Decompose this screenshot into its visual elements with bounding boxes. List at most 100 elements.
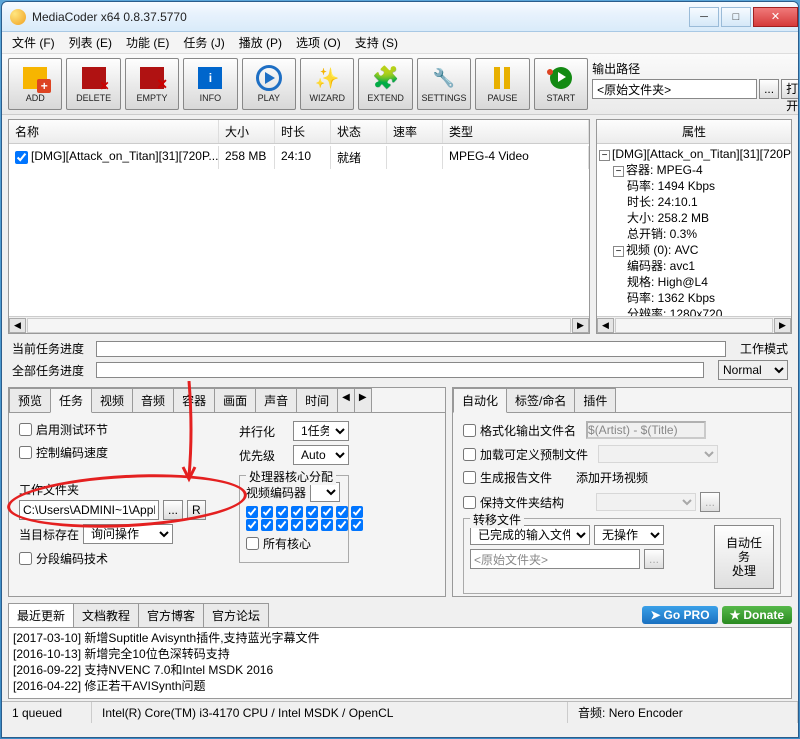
scroll-right-icon[interactable]: ▶ <box>572 318 589 333</box>
load-preset-check[interactable] <box>463 448 476 461</box>
close-button[interactable]: ✕ <box>753 7 798 27</box>
speed-control-check[interactable] <box>19 446 32 459</box>
btab-forum[interactable]: 官方论坛 <box>203 603 269 627</box>
news-item[interactable]: [2016-04-22] 修正若干AVISynth问题 <box>13 678 787 694</box>
core-check[interactable] <box>321 506 333 518</box>
play-button[interactable]: PLAY <box>242 58 296 110</box>
settings-button[interactable]: 🔧SETTINGS <box>417 58 471 110</box>
col-duration[interactable]: 时长 <box>275 120 331 143</box>
tab-tag[interactable]: 标签/命名 <box>506 388 575 412</box>
tab-container[interactable]: 容器 <box>173 388 215 412</box>
menu-file[interactable]: 文件 (F) <box>6 32 61 53</box>
test-mode-check[interactable] <box>19 423 32 436</box>
core-check[interactable] <box>246 506 258 518</box>
tab-task[interactable]: 任务 <box>50 388 92 413</box>
core-check[interactable] <box>336 519 348 531</box>
keep-struct-check[interactable] <box>463 496 476 509</box>
parallel-select[interactable]: 1任务 <box>293 421 349 441</box>
wizard-button[interactable]: ✨WIZARD <box>300 58 354 110</box>
news-item[interactable]: [2016-10-13] 新增完全10位色深转码支持 <box>13 646 787 662</box>
output-path-input[interactable] <box>592 79 757 99</box>
tree-toggle-icon[interactable]: − <box>613 166 624 177</box>
segment-encode-check[interactable] <box>19 552 32 565</box>
menu-func[interactable]: 功能 (E) <box>120 32 175 53</box>
core-check[interactable] <box>276 519 288 531</box>
gen-report-check[interactable] <box>463 471 476 484</box>
tree-toggle-icon[interactable]: − <box>599 150 610 161</box>
tab-nav-right[interactable]: ▶ <box>354 388 372 412</box>
core-check[interactable] <box>261 519 273 531</box>
all-cores-check[interactable] <box>246 537 259 550</box>
tab-video[interactable]: 视频 <box>91 388 133 412</box>
file-row-check[interactable] <box>15 149 28 166</box>
core-check[interactable] <box>336 506 348 518</box>
menu-help[interactable]: 支持 (S) <box>349 32 404 53</box>
pause-button[interactable]: PAUSE <box>475 58 529 110</box>
props-hscroll[interactable]: ◀ ▶ <box>597 316 791 333</box>
tab-preview[interactable]: 预览 <box>9 388 51 412</box>
col-size[interactable]: 大小 <box>219 120 275 143</box>
core-check[interactable] <box>306 506 318 518</box>
tree-toggle-icon[interactable]: − <box>613 246 624 257</box>
add-button[interactable]: ADD <box>8 58 62 110</box>
col-name[interactable]: 名称 <box>9 120 219 143</box>
col-type[interactable]: 类型 <box>443 120 589 143</box>
transfer-src-select[interactable]: 已完成的输入文件 <box>470 525 590 545</box>
properties-tree[interactable]: −[DMG][Attack_on_Titan][31][720P][GB −容器… <box>597 144 791 316</box>
scroll-right-icon[interactable]: ▶ <box>774 318 791 333</box>
tab-audio[interactable]: 音频 <box>132 388 174 412</box>
menu-list[interactable]: 列表 (E) <box>63 32 118 53</box>
btab-docs[interactable]: 文档教程 <box>73 603 139 627</box>
format-filename-check[interactable] <box>463 424 476 437</box>
core-check[interactable] <box>306 519 318 531</box>
core-check[interactable] <box>351 519 363 531</box>
output-browse-button[interactable]: ... <box>759 79 779 99</box>
core-check[interactable] <box>291 506 303 518</box>
core-check[interactable] <box>351 506 363 518</box>
scroll-left-icon[interactable]: ◀ <box>597 318 614 333</box>
minimize-button[interactable]: ─ <box>689 7 719 27</box>
output-open-button[interactable]: 打开 <box>781 79 799 99</box>
auto-task-button[interactable]: 自动任务 处理 <box>714 525 774 589</box>
donate-badge[interactable]: ★Donate <box>722 606 792 624</box>
workdir-reset-button[interactable]: R <box>187 500 206 520</box>
core-check[interactable] <box>291 519 303 531</box>
transfer-op-select[interactable]: 无操作 <box>594 525 664 545</box>
delete-button[interactable]: DELETE <box>66 58 120 110</box>
tab-auto[interactable]: 自动化 <box>453 388 507 413</box>
news-item[interactable]: [2016-09-22] 支持NVENC 7.0和Intel MSDK 2016 <box>13 662 787 678</box>
file-list-hscroll[interactable]: ◀ ▶ <box>9 316 589 333</box>
scroll-left-icon[interactable]: ◀ <box>9 318 26 333</box>
dest-exists-select[interactable]: 询问操作 <box>83 524 173 544</box>
go-pro-badge[interactable]: ➤Go PRO <box>642 606 717 624</box>
news-list[interactable]: [2017-03-10] 新增Suptitle Avisynth插件,支持蓝光字… <box>8 627 792 699</box>
core-check[interactable] <box>246 519 258 531</box>
col-rate[interactable]: 速率 <box>387 120 443 143</box>
extend-button[interactable]: 🧩EXTEND <box>358 58 412 110</box>
tab-nav-left[interactable]: ◀ <box>337 388 355 412</box>
info-button[interactable]: iINFO <box>183 58 237 110</box>
core-check[interactable] <box>261 506 273 518</box>
menu-opts[interactable]: 选项 (O) <box>290 32 347 53</box>
tab-plugin[interactable]: 插件 <box>574 388 616 412</box>
priority-select[interactable]: Auto <box>293 445 349 465</box>
video-encoder-cores-select[interactable] <box>310 482 340 502</box>
menu-play[interactable]: 播放 (P) <box>233 32 288 53</box>
btab-blog[interactable]: 官方博客 <box>138 603 204 627</box>
tab-sound[interactable]: 声音 <box>255 388 297 412</box>
news-item[interactable]: [2017-03-10] 新增Suptitle Avisynth插件,支持蓝光字… <box>13 630 787 646</box>
start-button[interactable]: START <box>534 58 588 110</box>
file-row[interactable]: [DMG][Attack_on_Titan][31][720P... 258 M… <box>9 144 589 171</box>
btab-recent[interactable]: 最近更新 <box>8 603 74 627</box>
work-mode-select[interactable]: Normal <box>718 360 788 380</box>
core-check[interactable] <box>276 506 288 518</box>
core-check[interactable] <box>321 519 333 531</box>
menu-task[interactable]: 任务 (J) <box>177 32 230 53</box>
empty-button[interactable]: EMPTY <box>125 58 179 110</box>
workdir-input[interactable] <box>19 500 159 520</box>
tab-time[interactable]: 时间 <box>296 388 338 412</box>
tab-picture[interactable]: 画面 <box>214 388 256 412</box>
workdir-browse-button[interactable]: ... <box>163 500 183 520</box>
maximize-button[interactable]: □ <box>721 7 751 27</box>
col-state[interactable]: 状态 <box>331 120 387 143</box>
